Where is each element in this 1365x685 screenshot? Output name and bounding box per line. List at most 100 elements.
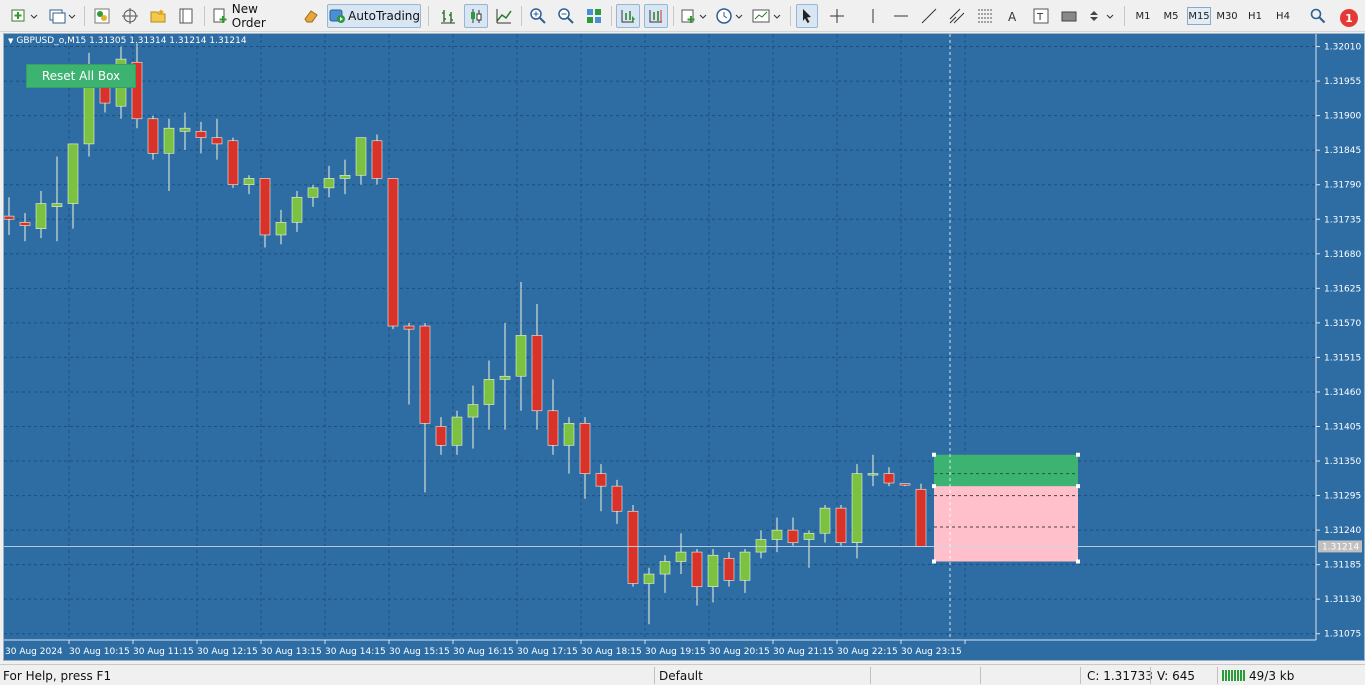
bear-candle — [371, 140, 383, 179]
strategy-tester-button[interactable] — [300, 4, 322, 28]
bear-candle — [611, 485, 623, 512]
crosshair-target-icon — [122, 8, 138, 24]
trendline-icon — [921, 8, 937, 24]
arrows-tool-button[interactable] — [1086, 4, 1118, 28]
search-button[interactable] — [1307, 4, 1329, 28]
bull-candle — [707, 554, 719, 587]
x-tick-label: 30 Aug 2024 — [5, 647, 63, 657]
candlestick-chart-button[interactable] — [464, 4, 488, 28]
market-watch-button[interactable] — [90, 4, 114, 28]
vertical-line-button[interactable] — [862, 4, 884, 28]
chart-window[interactable]: 1.32010 1.31955 1.31900 1.31845 1.31790 1.317… — [3, 33, 1365, 661]
text-label-button[interactable]: T — [1030, 4, 1052, 28]
zoom-out-button[interactable] — [554, 4, 578, 28]
x-tick-label: 30 Aug 23:15 — [901, 647, 962, 657]
profiles-icon — [49, 9, 76, 24]
trade-box-handle — [932, 484, 936, 489]
trade-box-handle — [1076, 484, 1080, 489]
separator — [790, 6, 791, 26]
y-tick-label: 1.31185 — [1324, 561, 1361, 571]
templates-button[interactable] — [750, 4, 784, 28]
x-tick-label: 30 Aug 18:15 — [581, 647, 642, 657]
separator — [611, 6, 612, 26]
data-window-button[interactable] — [146, 4, 170, 28]
bear-candle — [595, 473, 607, 487]
separator — [1150, 667, 1151, 684]
bear-candle — [19, 222, 31, 226]
bull-candle — [675, 551, 687, 562]
fibonacci-button[interactable] — [974, 4, 996, 28]
autotrading-button[interactable]: AutoTrading — [327, 4, 421, 28]
separator — [84, 6, 85, 26]
market-watch-icon — [94, 8, 110, 24]
tile-windows-button[interactable] — [582, 4, 606, 28]
text-tool-button[interactable]: A — [1002, 4, 1024, 28]
x-tick-label: 30 Aug 22:15 — [837, 647, 898, 657]
timeframe-m30[interactable]: M30 — [1215, 7, 1239, 25]
new-chart-button[interactable] — [8, 4, 40, 28]
y-tick-label: 1.31625 — [1324, 284, 1361, 294]
horizontal-line-button[interactable] — [890, 4, 912, 28]
take-profit-box — [934, 454, 1078, 487]
price-chart[interactable]: 1.32010 1.31955 1.31900 1.31845 1.31790 1.317… — [4, 34, 1364, 660]
bear-candle — [579, 423, 591, 474]
trade-box-handle — [1076, 452, 1080, 457]
bull-candle — [867, 473, 879, 476]
timeframe-h1[interactable]: H1 — [1243, 7, 1267, 25]
bull-candle — [643, 573, 655, 584]
cursor-tool-button[interactable] — [796, 4, 818, 28]
bull-candle — [803, 532, 815, 540]
separator — [204, 6, 205, 26]
terminal-icon — [179, 8, 193, 24]
y-tick-label: 1.31570 — [1324, 319, 1361, 329]
crosshair-tool-button[interactable] — [826, 4, 848, 28]
profiles-button[interactable] — [46, 4, 78, 28]
indicators-button[interactable] — [678, 4, 710, 28]
chart-shift-icon — [649, 10, 662, 23]
x-tick-label: 30 Aug 10:15 — [69, 647, 130, 657]
bull-candle — [35, 203, 47, 229]
new-order-button[interactable]: New Order — [210, 2, 296, 30]
trendline-button[interactable] — [918, 4, 940, 28]
reset-all-box-button[interactable]: Reset All Box — [26, 64, 136, 88]
timeframe-m5[interactable]: M5 — [1159, 7, 1183, 25]
line-chart-button[interactable] — [492, 4, 516, 28]
text-label-icon: T — [1033, 8, 1049, 24]
equidistant-channel-button[interactable] — [946, 4, 968, 28]
periods-button[interactable] — [714, 4, 746, 28]
timeframe-h4[interactable]: H4 — [1271, 7, 1295, 25]
traffic: 49/3 kb — [1249, 669, 1295, 683]
bull-candle — [51, 203, 63, 207]
bull-candle — [739, 551, 751, 581]
clock-icon — [716, 8, 743, 24]
separator — [870, 667, 871, 684]
y-tick-label: 1.31350 — [1324, 457, 1361, 467]
timeframe-m1[interactable]: M1 — [1131, 7, 1155, 25]
vertical-line-icon — [872, 9, 874, 23]
bear-candle — [691, 551, 703, 587]
y-tick-label: 1.31515 — [1324, 353, 1361, 363]
x-tick-label: 30 Aug 13:15 — [261, 647, 322, 657]
timeframe-m15[interactable]: M15 — [1187, 7, 1211, 25]
bear-candle — [419, 325, 431, 424]
terminal-button[interactable] — [174, 4, 198, 28]
bear-candle — [531, 335, 543, 412]
bull-candle — [275, 222, 287, 236]
trade-box-handle — [932, 452, 936, 457]
alert-badge: 1 — [1340, 9, 1358, 27]
y-tick-label: 1.31900 — [1324, 112, 1361, 122]
navigator-button[interactable] — [118, 4, 142, 28]
chart-shift-button[interactable] — [644, 4, 668, 28]
bar-chart-button[interactable] — [436, 4, 460, 28]
y-tick-label: 1.31460 — [1324, 388, 1361, 398]
bid-price-label: 1.31214 — [1322, 542, 1359, 552]
bear-candle — [227, 140, 239, 186]
notifications-button[interactable]: 1 — [1335, 4, 1363, 28]
x-tick-label: 30 Aug 19:15 — [645, 647, 706, 657]
rectangle-tool-button[interactable] — [1058, 4, 1080, 28]
bull-candle — [451, 416, 463, 446]
zoom-in-button[interactable] — [526, 4, 550, 28]
bull-candle — [563, 423, 575, 446]
auto-scroll-button[interactable] — [616, 4, 640, 28]
bear-candle — [387, 178, 399, 327]
